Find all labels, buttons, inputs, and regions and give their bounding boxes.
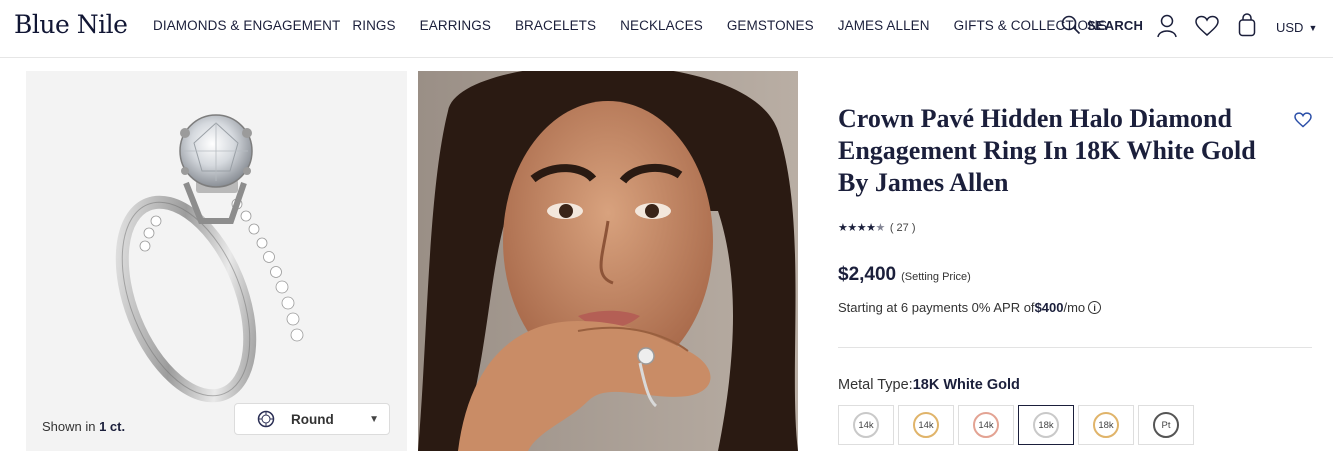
nav-bracelets[interactable]: BRACELETS	[515, 18, 596, 33]
wishlist-heart-icon[interactable]	[1195, 15, 1219, 37]
nav-gemstones[interactable]: GEMSTONES	[727, 18, 814, 33]
currency-selector[interactable]: USD ▼	[1276, 20, 1317, 35]
nav-rings[interactable]: RINGS	[352, 18, 395, 33]
metal-selected-value: 18K White Gold	[912, 377, 1020, 393]
metal-option[interactable]: 14k	[898, 405, 954, 445]
financing-amount: $400	[1034, 300, 1064, 315]
blue-nile-logo[interactable]: Blue Nile	[14, 10, 128, 39]
search-label: SEARCH	[1087, 17, 1144, 33]
shown-in-prefix: Shown in	[42, 419, 100, 434]
model-photo-illustration	[418, 71, 798, 451]
info-icon[interactable]: i	[1088, 301, 1102, 314]
metal-swatch-label: Pt	[1153, 412, 1179, 438]
metal-option[interactable]: 14k	[838, 405, 894, 445]
metal-option[interactable]: Pt	[1138, 405, 1194, 445]
metal-type-prefix: Metal Type:	[838, 377, 913, 393]
add-to-wishlist-heart-icon[interactable]	[1294, 112, 1312, 128]
financing-suffix: /mo	[1063, 300, 1086, 315]
shape-select-label: Round	[291, 411, 334, 427]
metal-swatch-label: 14k	[973, 412, 999, 438]
account-icon[interactable]	[1156, 14, 1178, 38]
shown-in-carat: Shown in 1 ct.	[42, 419, 125, 434]
search-icon	[1061, 15, 1081, 35]
financing-prefix: Starting at 6 payments 0% APR of	[838, 300, 1035, 315]
nav-necklaces[interactable]: NECKLACES	[620, 18, 703, 33]
financing-info: Starting at 6 payments 0% APR of $400 /m…	[838, 300, 1102, 315]
model-wearing-ring-photo[interactable]	[418, 71, 798, 451]
nav-james-allen[interactable]: JAMES ALLEN	[838, 18, 930, 33]
metal-option[interactable]: 18k	[1018, 405, 1074, 445]
metal-swatch-label: 18k	[1093, 412, 1119, 438]
round-diamond-icon	[257, 410, 275, 428]
product-rating[interactable]: ★★★★★ ( 27 )	[838, 221, 916, 235]
ring-product-image[interactable]: Shown in 1 ct. Round ▼	[26, 71, 407, 451]
search-button[interactable]: SEARCH	[1061, 15, 1143, 35]
metal-swatch-label: 18k	[1033, 412, 1059, 438]
product-price: $2,400	[838, 264, 897, 285]
site-header: Blue Nile DIAMONDS & ENGAGEMENT RINGS EA…	[0, 0, 1333, 58]
metal-swatch-label: 14k	[913, 412, 939, 438]
product-title: Crown Pavé Hidden Halo Diamond Engagemen…	[838, 104, 1256, 197]
currency-label: USD	[1276, 20, 1304, 35]
diamond-shape-select[interactable]: Round ▼	[234, 403, 390, 435]
review-count: ( 27 )	[889, 221, 916, 234]
chevron-down-icon: ▼	[1308, 22, 1318, 33]
nav-earrings[interactable]: EARRINGS	[420, 18, 491, 33]
price-row: $2,400 (Setting Price)	[838, 264, 971, 286]
metal-type-label: Metal Type:18K White Gold	[838, 377, 1020, 393]
ring-illustration	[115, 114, 304, 403]
shown-in-value: 1 ct.	[99, 419, 126, 434]
metal-swatch-label: 14k	[853, 412, 879, 438]
metal-type-options: 14k 14k 14k 18k 18k Pt	[838, 405, 1198, 445]
shopping-bag-icon[interactable]	[1238, 13, 1256, 37]
metal-option[interactable]: 18k	[1078, 405, 1134, 445]
nav-diamonds-engagement[interactable]: DIAMONDS & ENGAGEMENT	[153, 18, 340, 33]
star-rating-icon: ★★★★★	[838, 222, 885, 234]
chevron-down-icon: ▼	[369, 413, 379, 425]
price-note: (Setting Price)	[901, 271, 971, 283]
divider	[838, 347, 1312, 348]
main-nav: DIAMONDS & ENGAGEMENT RINGS EARRINGS BRA…	[153, 18, 1131, 33]
metal-option[interactable]: 14k	[958, 405, 1014, 445]
